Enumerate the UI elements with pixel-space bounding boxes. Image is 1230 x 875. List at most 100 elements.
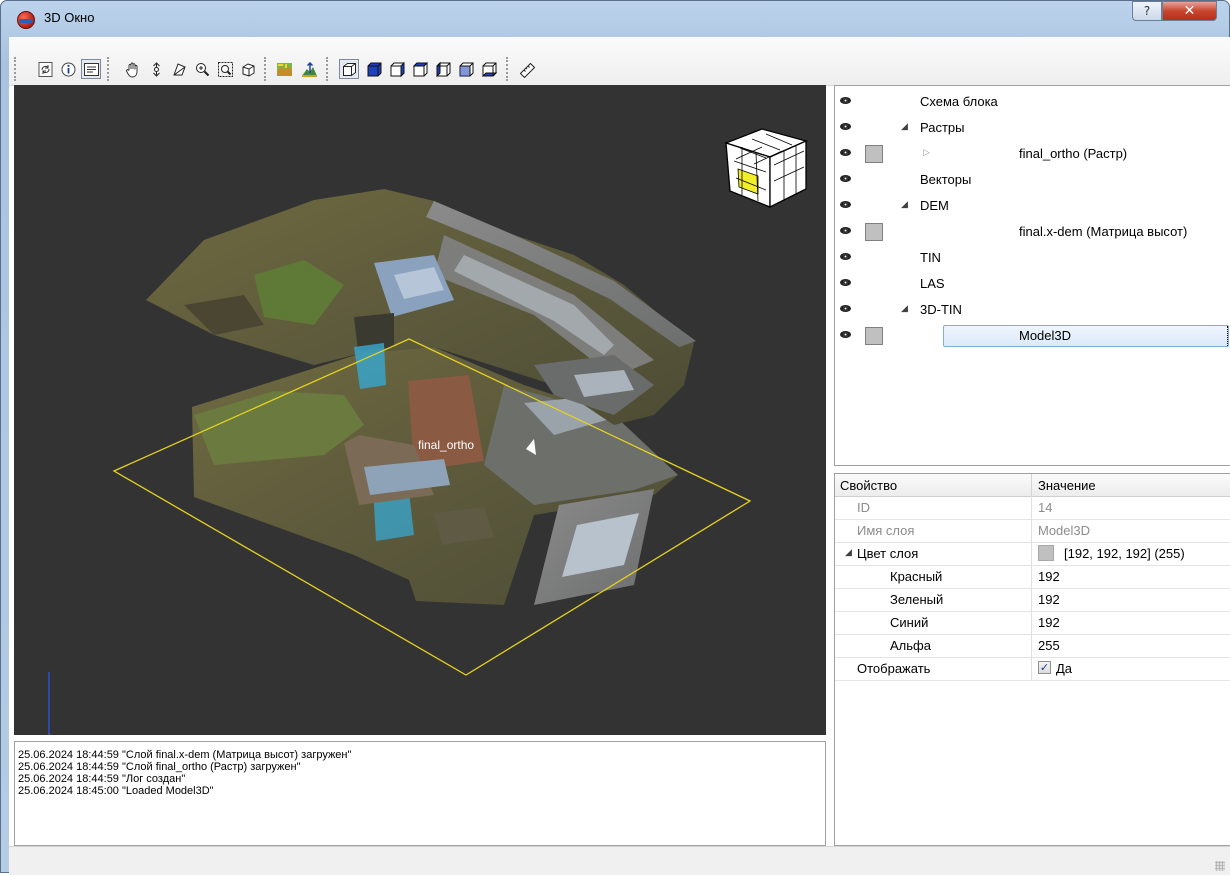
tree-item-3d-tin[interactable]: ◢ 3D-TIN xyxy=(835,297,1230,323)
axis-gizmo xyxy=(47,672,52,735)
rotate-icon[interactable] xyxy=(146,59,166,79)
toolbar-grip[interactable] xyxy=(264,57,269,81)
window-title: 3D Окно xyxy=(44,10,95,25)
tree-item-block-scheme[interactable]: Схема блока xyxy=(835,89,1230,115)
perspective-cube-icon[interactable] xyxy=(339,59,359,79)
pan-hand-icon[interactable] xyxy=(122,59,142,79)
visibility-eye-icon[interactable] xyxy=(839,199,853,210)
cube-outline-icon[interactable] xyxy=(238,59,258,79)
prop-row-layer-color[interactable]: ◢ Цвет слоя [192, 192, 192] (255) xyxy=(835,542,1230,566)
title-bar[interactable]: 3D Окно ? ✕ xyxy=(1,1,1230,37)
tree-item-tin[interactable]: TIN xyxy=(835,245,1230,271)
header-property[interactable]: Свойство xyxy=(840,478,897,493)
visibility-eye-icon[interactable] xyxy=(839,329,853,340)
resize-grip-icon[interactable] xyxy=(1215,861,1225,871)
tree-item-label: 3D-TIN xyxy=(920,302,962,317)
prop-row-blue[interactable]: Синий 192 xyxy=(835,611,1230,635)
view-top-icon[interactable] xyxy=(456,59,476,79)
info-icon[interactable] xyxy=(58,59,78,79)
visibility-eye-icon[interactable] xyxy=(839,251,853,262)
zoom-in-icon[interactable] xyxy=(192,59,212,79)
log-panel[interactable]: 25.06.2024 18:44:59 "Слой final.x-dem (М… xyxy=(14,741,826,846)
prop-row-layer-name[interactable]: Имя слоя Model3D xyxy=(835,519,1230,543)
close-button[interactable]: ✕ xyxy=(1162,1,1217,21)
window-client: final_ortho 25.06.2024 18:44:59 "Слой fi… xyxy=(9,37,1230,875)
property-grid-header: Свойство Значение xyxy=(835,474,1230,497)
toolbar-grip[interactable] xyxy=(107,57,112,81)
prop-name: Цвет слоя xyxy=(857,546,919,561)
properties-panel-icon[interactable] xyxy=(81,59,101,79)
prop-row-red[interactable]: Красный 192 xyxy=(835,565,1230,589)
collapse-arrow-icon[interactable]: ▷ xyxy=(923,148,930,158)
expand-arrow-icon[interactable]: ◢ xyxy=(901,122,908,132)
tree-item-final-x-dem[interactable]: final.x-dem (Матрица высот) xyxy=(835,219,1230,245)
view-right-icon[interactable] xyxy=(433,59,453,79)
prop-value: Model3D xyxy=(1038,523,1091,538)
3d-viewport[interactable]: final_ortho xyxy=(14,85,826,735)
color-swatch[interactable] xyxy=(1038,545,1054,561)
visibility-eye-icon[interactable] xyxy=(839,95,853,106)
prop-value: [192, 192, 192] (255) xyxy=(1064,546,1185,561)
toolbar-grip[interactable] xyxy=(506,57,511,81)
visible-checkbox[interactable]: ✓ xyxy=(1038,661,1051,674)
raster-label: final_ortho xyxy=(418,438,475,452)
tree-item-label: Схема блока xyxy=(920,94,998,109)
visibility-eye-icon[interactable] xyxy=(839,173,853,184)
tree-item-model3d[interactable]: Model3D xyxy=(835,323,1230,349)
ruler-icon[interactable] xyxy=(517,59,537,79)
visibility-eye-icon[interactable] xyxy=(839,121,853,132)
prop-name: Зеленый xyxy=(890,592,944,607)
layer-color-swatch[interactable] xyxy=(865,145,883,163)
log-line: 25.06.2024 18:44:59 "Слой final.x-dem (М… xyxy=(18,749,352,761)
select-area-icon[interactable] xyxy=(169,59,189,79)
view-bottom-icon[interactable] xyxy=(479,59,499,79)
prop-row-visible[interactable]: Отображать ✓ Да xyxy=(835,657,1230,681)
layer-tree: Схема блока ◢ Растры ▷ final_ortho (Раст… xyxy=(834,85,1230,466)
tree-item-dem[interactable]: ◢ DEM xyxy=(835,193,1230,219)
prop-row-green[interactable]: Зеленый 192 xyxy=(835,588,1230,612)
prop-value[interactable]: 192 xyxy=(1038,615,1060,630)
help-button[interactable]: ? xyxy=(1132,1,1162,21)
prop-name: Красный xyxy=(890,569,943,584)
layer-color-swatch[interactable] xyxy=(865,327,883,345)
window-frame: 3D Окно ? ✕ final_ortho 25.06.2024 18:44… xyxy=(0,0,1230,875)
tree-item-label: Model3D xyxy=(1019,328,1072,343)
expand-arrow-icon[interactable]: ◢ xyxy=(845,548,852,558)
prop-row-alpha[interactable]: Альфа 255 xyxy=(835,634,1230,658)
visibility-eye-icon[interactable] xyxy=(839,303,853,314)
tree-item-las[interactable]: LAS xyxy=(835,271,1230,297)
prop-value: Да xyxy=(1056,661,1073,676)
header-value[interactable]: Значение xyxy=(1038,478,1096,493)
elevation-icon[interactable] xyxy=(299,59,319,79)
prop-value: 14 xyxy=(1038,500,1053,515)
visibility-eye-icon[interactable] xyxy=(839,225,853,236)
tree-item-label: final.x-dem (Матрица высот) xyxy=(1019,224,1188,239)
tree-item-label: final_ortho (Растр) xyxy=(1019,146,1128,161)
terrain-icon[interactable] xyxy=(274,59,294,79)
zoom-extent-icon[interactable] xyxy=(215,59,235,79)
prop-row-id[interactable]: ID 14 xyxy=(835,496,1230,520)
view-back-icon[interactable] xyxy=(387,59,407,79)
visibility-eye-icon[interactable] xyxy=(839,277,853,288)
prop-value[interactable]: 192 xyxy=(1038,592,1060,607)
view-front-icon[interactable] xyxy=(364,59,384,79)
view-left-icon[interactable] xyxy=(410,59,430,79)
tree-item-label: Растры xyxy=(920,120,965,135)
toolbar-grip[interactable] xyxy=(14,57,19,81)
toolbar xyxy=(9,37,1230,86)
visibility-eye-icon[interactable] xyxy=(839,147,853,158)
refresh-icon[interactable] xyxy=(35,59,55,79)
tree-item-vectors[interactable]: Векторы xyxy=(835,167,1230,193)
prop-value[interactable]: 255 xyxy=(1038,638,1060,653)
prop-name: Альфа xyxy=(890,638,931,653)
property-grid: Свойство Значение ID 14 Имя слоя Model3D… xyxy=(834,473,1230,846)
expand-arrow-icon[interactable]: ◢ xyxy=(901,304,908,314)
tree-item-final-ortho[interactable]: ▷ final_ortho (Растр) xyxy=(835,141,1230,167)
tree-item-rasters[interactable]: ◢ Растры xyxy=(835,115,1230,141)
layer-color-swatch[interactable] xyxy=(865,223,883,241)
prop-name: Имя слоя xyxy=(857,523,915,538)
prop-name: Отображать xyxy=(857,661,931,676)
expand-arrow-icon[interactable]: ◢ xyxy=(901,200,908,210)
toolbar-grip[interactable] xyxy=(326,57,331,81)
prop-value[interactable]: 192 xyxy=(1038,569,1060,584)
